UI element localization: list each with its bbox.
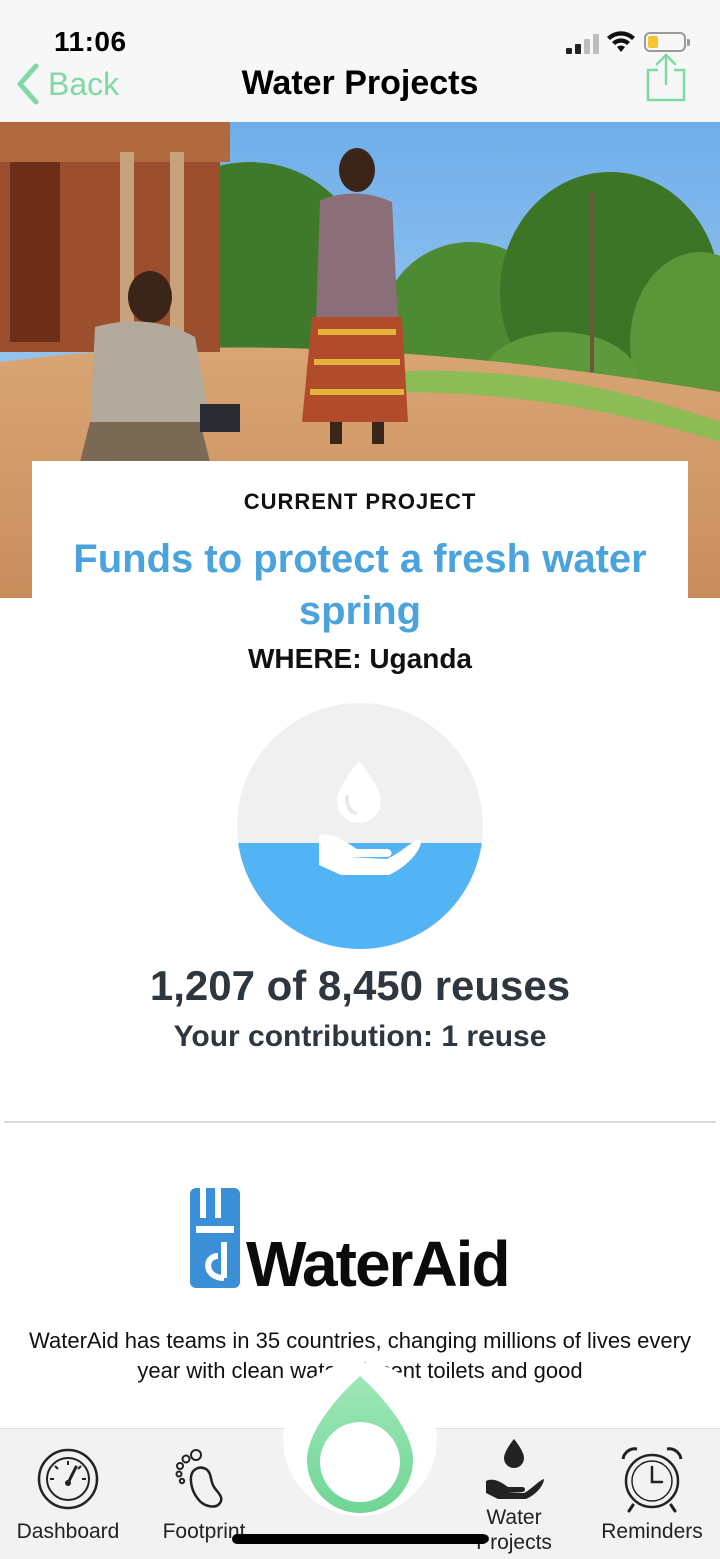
footprint-icon <box>175 1449 223 1508</box>
share-icon[interactable] <box>644 52 688 102</box>
wateraid-logo: WaterAid <box>190 1188 511 1292</box>
tab-reminders[interactable]: Reminders <box>584 1429 720 1559</box>
page-title: Water Projects <box>241 64 479 102</box>
reuse-count: 1,207 of 8,450 reuses <box>149 962 571 1009</box>
water-hand-icon <box>486 1439 544 1499</box>
alarm-clock-icon <box>621 1447 683 1513</box>
tab-label-water-projects: Water Projects <box>476 1506 552 1554</box>
status-time: 11:06 <box>54 26 127 57</box>
speedometer-icon <box>37 1448 99 1510</box>
battery-icon <box>644 32 690 52</box>
project-location: WHERE: Uganda <box>248 643 472 674</box>
tab-label-dashboard: Dashboard <box>16 1520 120 1543</box>
cellular-signal-icon <box>566 34 602 54</box>
wateraid-logo-text: WaterAid <box>246 1228 509 1292</box>
project-title: Funds to protect a fresh water spring <box>73 537 647 633</box>
battery-level <box>648 36 658 48</box>
tab-dashboard[interactable]: Dashboard <box>0 1429 136 1559</box>
status-bar: 11:06 <box>0 0 720 60</box>
wifi-icon <box>607 31 635 52</box>
home-indicator <box>232 1534 488 1544</box>
tab-label-reminders: Reminders <box>601 1520 703 1543</box>
progress-circle <box>237 703 483 949</box>
log-reuse-button[interactable] <box>283 1362 437 1516</box>
your-contribution: Your contribution: 1 reuse <box>173 1020 547 1053</box>
section-divider <box>4 1121 716 1123</box>
water-drop-icon <box>307 1376 413 1513</box>
navigation-bar: Back Water Projects <box>0 53 720 122</box>
project-card: CURRENT PROJECT Funds to protect a fresh… <box>32 461 688 721</box>
project-eyebrow: CURRENT PROJECT <box>243 489 477 514</box>
